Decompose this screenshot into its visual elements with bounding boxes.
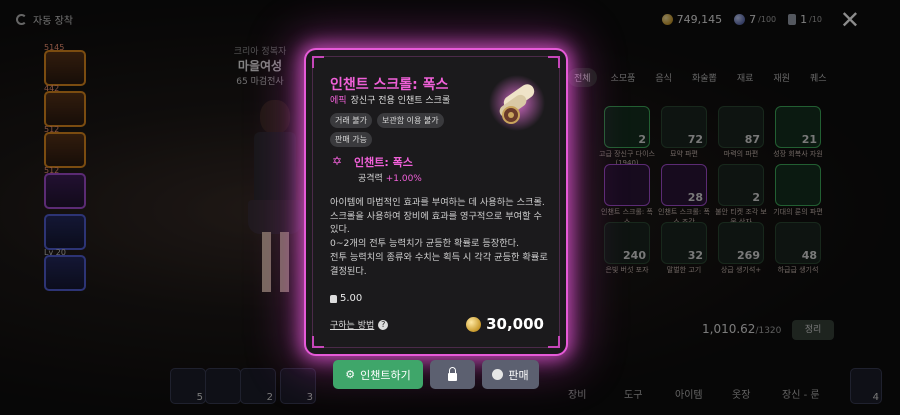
- frame-corner: [548, 336, 560, 348]
- lock-button[interactable]: [430, 360, 475, 389]
- item-price: 30,000: [466, 315, 544, 333]
- tag-untradeable: 거래 불가: [330, 113, 372, 128]
- item-weight: 5.00: [330, 293, 362, 304]
- sell-button-label: 판매: [508, 368, 529, 382]
- item-weight-value: 5.00: [340, 293, 363, 304]
- lock-icon: [448, 366, 457, 381]
- item-tags: 거래 불가 보관함 이용 불가 판매 가능: [330, 113, 480, 147]
- stat-label: 공격력: [358, 174, 383, 184]
- question-icon: ?: [378, 319, 389, 330]
- tag-no-storage: 보관함 이용 불가: [376, 113, 444, 128]
- description-line: 아이템에 마법적인 효과를 부여하는 데 사용하는 스크롤.: [330, 197, 545, 208]
- coin-icon: [492, 369, 504, 380]
- enchant-name: 인챈트: 폭스: [354, 156, 413, 169]
- enchant-stat: 공격력 +1.00%: [358, 171, 422, 184]
- frame-corner: [312, 336, 324, 348]
- frame-corner: [548, 56, 560, 68]
- enchant-button-label: 인챈트하기: [360, 368, 411, 382]
- item-grade: 에픽: [330, 96, 347, 106]
- price-value: 30,000: [486, 315, 544, 333]
- frame-corner: [312, 56, 324, 68]
- gold-coin-icon: [466, 316, 482, 332]
- scroll-icon: [489, 75, 545, 131]
- stat-value: +1.00%: [385, 174, 422, 184]
- how-to-obtain-label: 구하는 방법: [330, 321, 375, 331]
- gear-icon: ⚙: [345, 368, 356, 381]
- weight-icon: [330, 294, 337, 303]
- description-line: 스크롤을 사용하여 장비에 효과를 영구적으로 부여할 수 있다.: [330, 210, 542, 236]
- item-subtitle: 에픽 장신구 전용 인챈트 스크롤: [330, 93, 450, 106]
- item-tooltip: 인챈트 스크롤: 폭스 에픽 장신구 전용 인챈트 스크롤 거래 불가 보관함 이…: [306, 50, 566, 354]
- item-type: 장신구 전용 인챈트 스크롤: [350, 96, 451, 106]
- description-line: 0~2개의 전투 능력치가 균등한 확률로 등장한다.: [330, 238, 520, 250]
- sparkle-icon: ✡: [332, 154, 343, 168]
- item-title: 인챈트 스크롤: 폭스: [330, 77, 449, 93]
- enchant-button[interactable]: ⚙ 인챈트하기: [333, 360, 423, 389]
- item-description: 아이템에 마법적인 효과를 부여하는 데 사용하는 스크롤. 스크롤을 사용하여…: [330, 196, 550, 278]
- description-line: 전투 능력치의 종류와 수치는 획득 시 각각 균등한 확률로 결정된다.: [330, 251, 548, 277]
- how-to-obtain-link[interactable]: 구하는 방법 ?: [330, 318, 389, 331]
- sell-button[interactable]: 판매: [482, 360, 539, 389]
- tag-sellable: 판매 가능: [330, 132, 372, 147]
